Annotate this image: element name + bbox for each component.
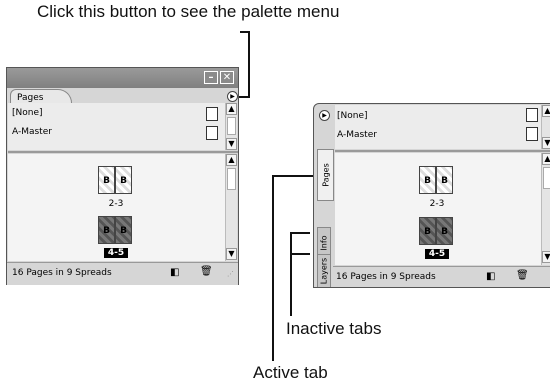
callout-line-vertical bbox=[248, 31, 250, 97]
scroll-down-arrow[interactable]: ▼ bbox=[226, 248, 237, 260]
tab-layers[interactable]: Layers bbox=[317, 254, 331, 287]
scroll-thumb[interactable] bbox=[543, 167, 550, 189]
master-none-thumbnail[interactable] bbox=[526, 108, 538, 122]
trash-icon[interactable]: 🗑 bbox=[200, 266, 213, 277]
spread-label-selected: 4-5 bbox=[104, 248, 128, 258]
scroll-up-arrow[interactable]: ▲ bbox=[226, 103, 237, 115]
close-button[interactable]: ✕ bbox=[220, 71, 234, 84]
page-thumbnail[interactable]: B bbox=[436, 217, 453, 245]
pages-scrollbar[interactable]: ▲ ▼ bbox=[225, 154, 237, 261]
spread-4-5[interactable]: B B bbox=[419, 217, 455, 247]
callout-line-inactive-bottom bbox=[290, 253, 310, 255]
pages-palette-left: – ✕ Pages ▶ [None] A-Master ▲ ▼ B B 2-3 … bbox=[6, 67, 239, 285]
palette-divider[interactable] bbox=[335, 150, 550, 152]
status-text: 16 Pages in 9 Spreads bbox=[336, 272, 436, 282]
callout-line-active-horizontal bbox=[272, 175, 316, 177]
tab-layers-label: Layers bbox=[319, 257, 329, 285]
status-text: 16 Pages in 9 Spreads bbox=[12, 268, 112, 278]
spread-label-selected: 4-5 bbox=[425, 249, 449, 259]
page-thumbnail[interactable]: B bbox=[115, 166, 132, 194]
scroll-thumb[interactable] bbox=[227, 117, 236, 135]
palette-divider[interactable] bbox=[8, 151, 238, 153]
callout-inactive-tabs: Inactive tabs bbox=[286, 319, 382, 338]
master-a-thumbnail[interactable] bbox=[206, 126, 218, 140]
tab-pages-label: Pages bbox=[17, 93, 44, 103]
scroll-down-arrow[interactable]: ▼ bbox=[542, 251, 550, 263]
page-thumbnail[interactable]: B bbox=[419, 166, 436, 194]
scroll-up-arrow[interactable]: ▲ bbox=[542, 105, 550, 117]
master-none-thumbnail[interactable] bbox=[206, 107, 218, 121]
scroll-up-arrow[interactable]: ▲ bbox=[226, 154, 237, 166]
callout-line-active-vertical bbox=[272, 175, 274, 361]
callout-line-inactive-vertical bbox=[290, 232, 292, 316]
pages-scrollbar[interactable]: ▲ ▼ bbox=[541, 153, 550, 265]
page-thumbnail[interactable]: B bbox=[98, 166, 115, 194]
master-a-thumbnail[interactable] bbox=[526, 127, 538, 141]
masters-scrollbar[interactable]: ▲ ▼ bbox=[541, 105, 550, 149]
tab-pages[interactable]: Pages bbox=[317, 149, 334, 201]
minimize-button[interactable]: – bbox=[204, 71, 218, 84]
spread-2-3[interactable]: B B bbox=[98, 166, 134, 196]
callout-line-inactive-top bbox=[290, 232, 310, 234]
new-page-icon[interactable]: ◧ bbox=[486, 271, 495, 282]
pages-panel: B B 2-3 B B 4-5 bbox=[335, 153, 541, 265]
palette-menu-icon[interactable]: ▶ bbox=[227, 91, 238, 102]
page-thumbnail[interactable]: B bbox=[98, 216, 115, 244]
spread-label: 2-3 bbox=[108, 199, 124, 209]
masters-panel: [None] A-Master bbox=[335, 105, 541, 149]
new-page-icon[interactable]: ◧ bbox=[170, 267, 179, 278]
scroll-up-arrow[interactable]: ▲ bbox=[542, 153, 550, 165]
tab-pages[interactable]: Pages bbox=[10, 89, 72, 103]
masters-panel: [None] A-Master bbox=[8, 103, 225, 150]
masters-scrollbar[interactable]: ▲ ▼ bbox=[225, 103, 237, 150]
master-a[interactable]: A-Master bbox=[12, 127, 52, 137]
scroll-down-arrow[interactable]: ▼ bbox=[226, 138, 237, 150]
pages-palette-right: ▶ [None] A-Master ▲ ▼ Pages Info Layers … bbox=[313, 103, 550, 288]
master-none[interactable]: [None] bbox=[12, 108, 43, 118]
status-bar: 16 Pages in 9 Spreads ◧ 🗑 bbox=[333, 266, 550, 287]
scroll-down-arrow[interactable]: ▼ bbox=[542, 137, 550, 149]
page-thumbnail[interactable]: B bbox=[115, 216, 132, 244]
resize-grip-icon[interactable]: ⋰ bbox=[227, 270, 234, 278]
pages-panel: B B 2-3 B B 4-5 bbox=[8, 154, 225, 261]
tab-pages-label: Pages bbox=[321, 163, 330, 187]
master-none[interactable]: [None] bbox=[337, 111, 368, 121]
scroll-thumb[interactable] bbox=[227, 168, 236, 190]
spread-2-3[interactable]: B B bbox=[419, 166, 455, 196]
callout-palette-menu: Click this button to see the palette men… bbox=[37, 2, 340, 21]
page-thumbnail[interactable]: B bbox=[419, 217, 436, 245]
callout-active-tab: Active tab bbox=[253, 363, 328, 382]
status-bar: 16 Pages in 9 Spreads ◧ 🗑 ⋰ bbox=[7, 262, 238, 285]
master-a[interactable]: A-Master bbox=[337, 130, 377, 140]
tab-info-label: Info bbox=[319, 234, 329, 251]
spread-label: 2-3 bbox=[429, 199, 445, 209]
spread-4-5[interactable]: B B bbox=[98, 216, 134, 246]
page-thumbnail[interactable]: B bbox=[436, 166, 453, 194]
palette-menu-icon[interactable]: ▶ bbox=[319, 110, 330, 121]
trash-icon[interactable]: 🗑 bbox=[516, 270, 529, 281]
